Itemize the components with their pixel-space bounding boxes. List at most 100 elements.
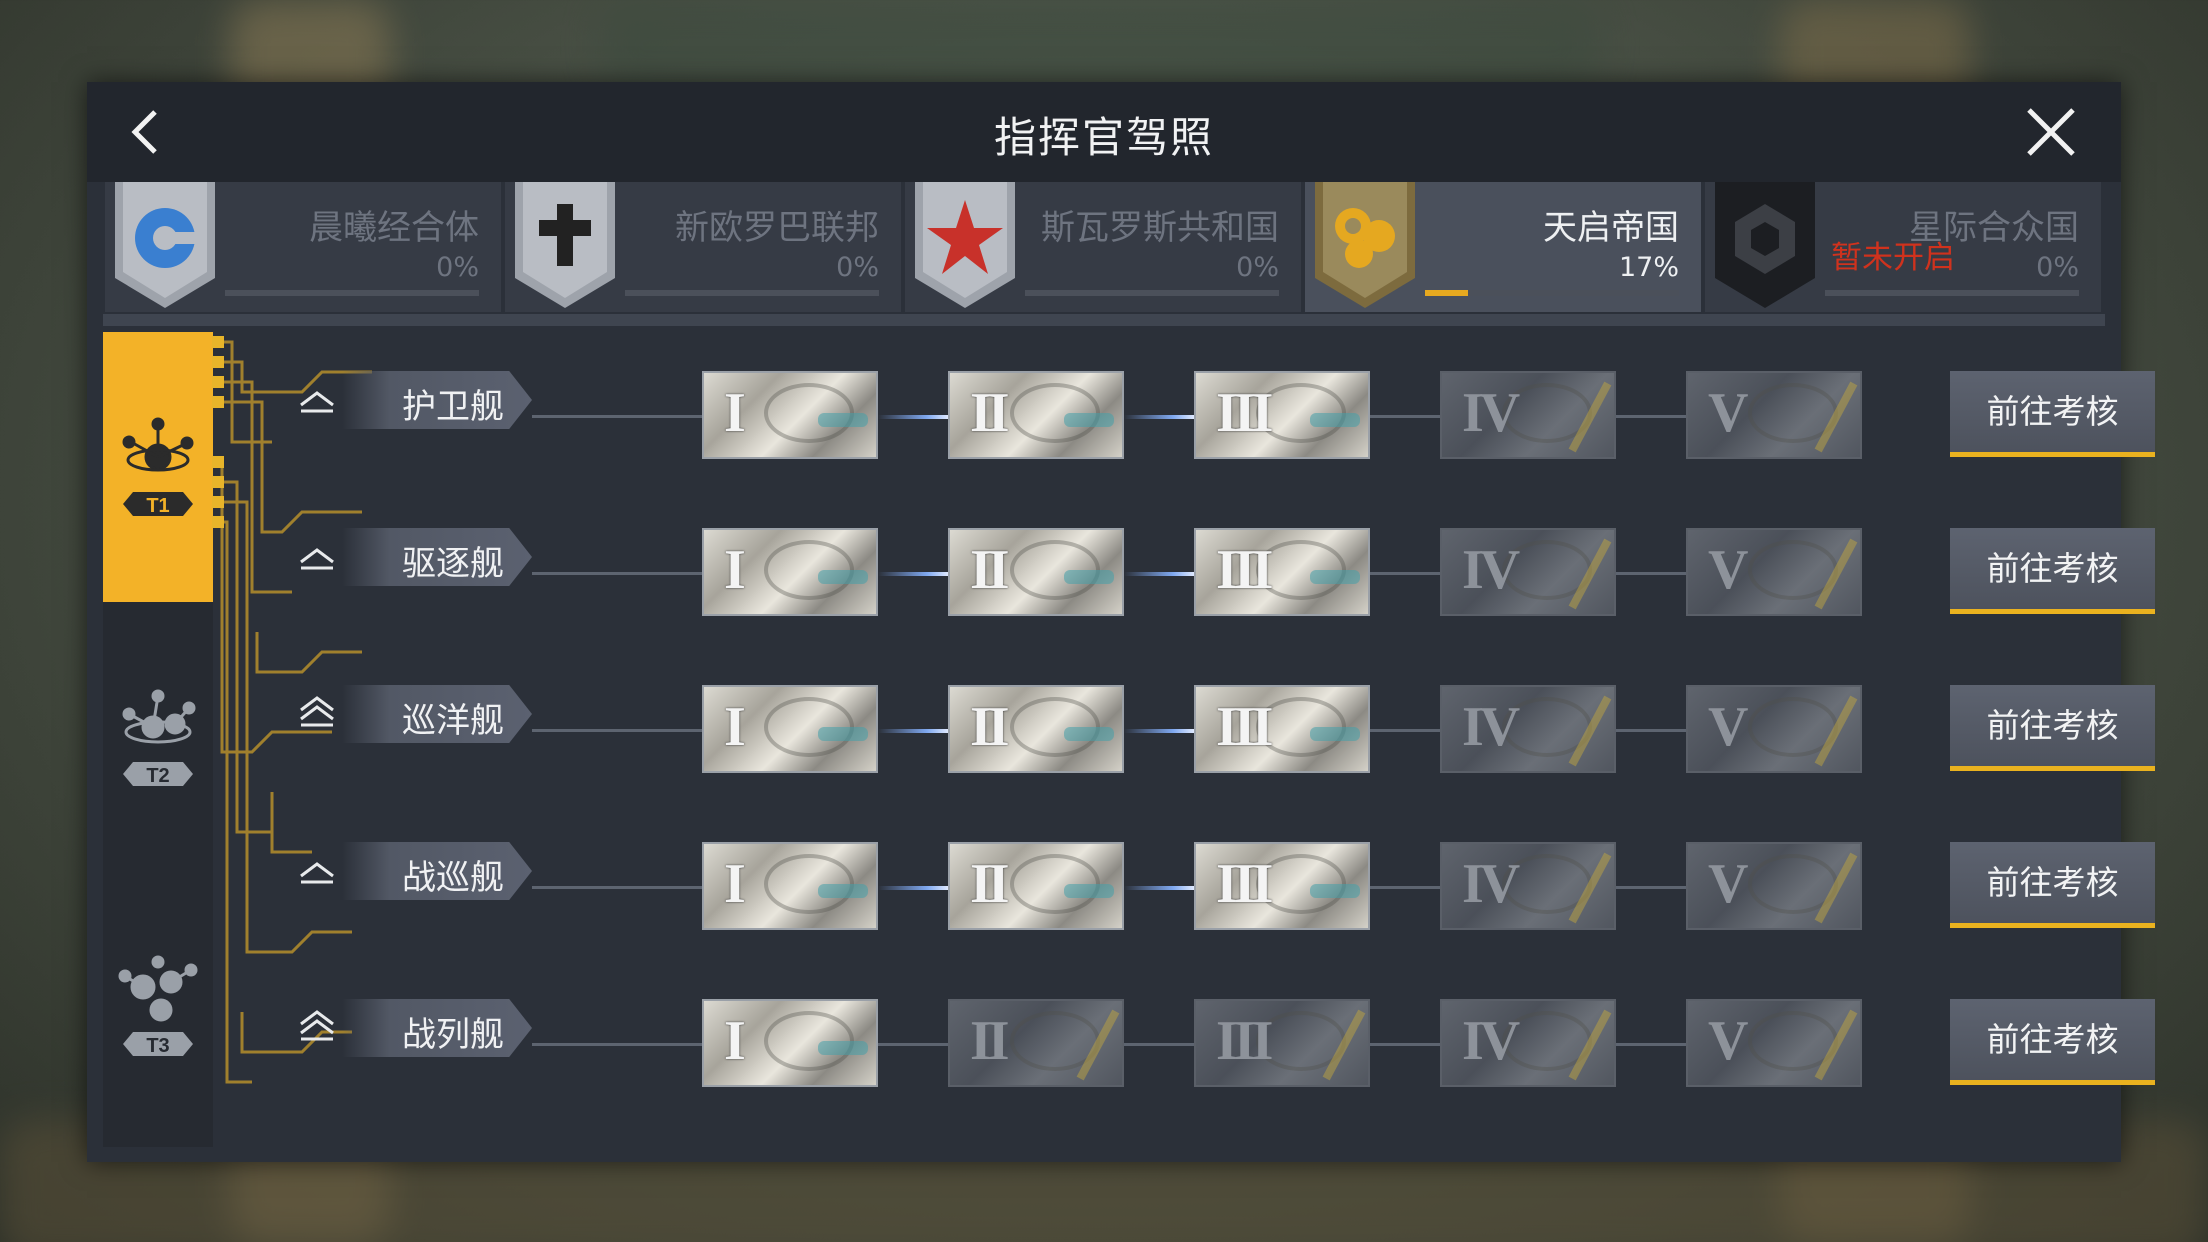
- license-level-card[interactable]: III: [1194, 685, 1370, 773]
- level-numeral: IV: [1462, 539, 1520, 601]
- go-assess-button[interactable]: 前往考核: [1950, 528, 2155, 614]
- level-numeral: I: [724, 1010, 746, 1072]
- level-connector: [532, 572, 702, 575]
- faction-percent: 0%: [436, 252, 479, 283]
- rank-chevron-icon: [297, 538, 337, 574]
- license-level-card[interactable]: III: [1194, 371, 1370, 459]
- tabs-divider: [103, 314, 2105, 326]
- svg-text:T2: T2: [146, 765, 169, 787]
- faction-tab-3[interactable]: 天启帝国 17%: [1305, 182, 1701, 312]
- level-numeral: IV: [1462, 382, 1520, 444]
- level-connector: [1124, 572, 1194, 576]
- faction-name: 天启帝国: [1543, 208, 1679, 248]
- level-connector: [1124, 729, 1194, 733]
- faction-tab-4[interactable]: 星际合众国 暂未开启 0%: [1705, 182, 2101, 312]
- faction-progress-bar: [225, 290, 479, 296]
- level-numeral: V: [1708, 696, 1749, 758]
- license-level-card[interactable]: V: [1686, 371, 1862, 459]
- rank-chevron-icon: [297, 381, 337, 417]
- license-level-card[interactable]: III: [1194, 842, 1370, 930]
- rank-chevron-icon: [297, 695, 337, 731]
- level-connector: [532, 1043, 702, 1046]
- license-level-card[interactable]: IV: [1440, 842, 1616, 930]
- license-level-card[interactable]: II: [948, 842, 1124, 930]
- license-level-card[interactable]: I: [702, 685, 878, 773]
- level-numeral: III: [1216, 1010, 1273, 1072]
- ship-row: 驱逐舰 I II III IV V 前往考核: [217, 506, 2155, 616]
- level-connector: [878, 1043, 948, 1046]
- level-numeral: III: [1216, 853, 1273, 915]
- license-level-card[interactable]: V: [1686, 528, 1862, 616]
- ship-row: 护卫舰 I II III IV V 前往考核: [217, 349, 2155, 459]
- tier-t2-tab[interactable]: T2: [103, 602, 213, 872]
- t2-tier-icon: T2: [122, 689, 196, 787]
- tier-t1-tab[interactable]: T1: [103, 332, 213, 602]
- faction-name: 新欧罗巴联邦: [675, 208, 879, 248]
- level-connector: [1370, 1043, 1440, 1046]
- faction-tabs: 晨曦经合体 0% 新欧罗巴联邦 0% 斯瓦罗斯共和国 0% 天启帝国 17% 星…: [105, 182, 2105, 312]
- faction-name: 斯瓦罗斯共和国: [1041, 208, 1279, 248]
- level-numeral: I: [724, 696, 746, 758]
- close-button[interactable]: [2021, 102, 2081, 162]
- ship-type-label: 战巡舰: [342, 842, 532, 900]
- faction-tab-1[interactable]: 新欧罗巴联邦 0%: [505, 182, 901, 312]
- license-level-card[interactable]: I: [702, 999, 878, 1087]
- faction-tab-2[interactable]: 斯瓦罗斯共和国 0%: [905, 182, 1301, 312]
- faction-percent: 0%: [836, 252, 879, 283]
- go-assess-button[interactable]: 前往考核: [1950, 371, 2155, 457]
- license-level-card[interactable]: IV: [1440, 371, 1616, 459]
- faction-progress-bar: [1825, 290, 2079, 296]
- license-level-card[interactable]: II: [948, 528, 1124, 616]
- ship-row: 战列舰 I II III IV V 前往考核: [217, 977, 2155, 1087]
- license-level-card[interactable]: III: [1194, 528, 1370, 616]
- level-numeral: II: [970, 382, 1010, 444]
- faction-progress-bar: [625, 290, 879, 296]
- faction-percent: 17%: [1618, 252, 1679, 283]
- ship-row: 巡洋舰 I II III IV V 前往考核: [217, 663, 2155, 773]
- license-level-card[interactable]: I: [702, 528, 878, 616]
- driver-license-panel: 指挥官驾照 晨曦经合体 0% 新欧罗巴联邦 0% 斯瓦罗斯共和国 0% 天启帝国…: [87, 82, 2155, 1162]
- tier-selector: T1 T2 T3: [103, 332, 213, 1147]
- license-level-card[interactable]: IV: [1440, 685, 1616, 773]
- title-bar: 指挥官驾照: [87, 82, 2121, 182]
- license-level-card[interactable]: V: [1686, 999, 1862, 1087]
- level-connector: [1124, 415, 1194, 419]
- license-level-card[interactable]: V: [1686, 685, 1862, 773]
- level-connector: [532, 886, 702, 889]
- faction-progress-bar: [1025, 290, 1279, 296]
- license-level-card[interactable]: V: [1686, 842, 1862, 930]
- cross-emblem: [511, 182, 619, 308]
- ship-type-label: 战列舰: [342, 999, 532, 1057]
- license-level-card[interactable]: III: [1194, 999, 1370, 1087]
- license-level-card[interactable]: IV: [1440, 999, 1616, 1087]
- faction-percent: 0%: [2036, 252, 2079, 283]
- level-numeral: I: [724, 539, 746, 601]
- level-connector: [1616, 886, 1686, 889]
- license-level-card[interactable]: II: [948, 685, 1124, 773]
- level-connector: [1616, 729, 1686, 732]
- ship-type-label: 驱逐舰: [342, 528, 532, 586]
- go-assess-button[interactable]: 前往考核: [1950, 685, 2155, 771]
- license-level-card[interactable]: IV: [1440, 528, 1616, 616]
- t3-tier-icon: T3: [118, 955, 198, 1057]
- gold-cluster-emblem: [1311, 182, 1419, 308]
- faction-tab-0[interactable]: 晨曦经合体 0%: [105, 182, 501, 312]
- ship-row: 战巡舰 I II III IV V 前往考核: [217, 820, 2155, 930]
- go-assess-button[interactable]: 前往考核: [1950, 842, 2155, 928]
- license-level-card[interactable]: I: [702, 842, 878, 930]
- level-numeral: V: [1708, 382, 1749, 444]
- level-numeral: IV: [1462, 696, 1520, 758]
- level-connector: [1616, 415, 1686, 418]
- level-connector: [1370, 415, 1440, 418]
- level-numeral: I: [724, 853, 746, 915]
- license-level-card[interactable]: II: [948, 999, 1124, 1087]
- license-level-card[interactable]: II: [948, 371, 1124, 459]
- ship-license-grid: 护卫舰 I II III IV V 前往考核 驱逐舰 I II III IV V…: [217, 332, 2155, 1147]
- license-level-card[interactable]: I: [702, 371, 878, 459]
- go-assess-button[interactable]: 前往考核: [1950, 999, 2155, 1085]
- svg-text:T1: T1: [146, 495, 169, 517]
- tier-t3-tab[interactable]: T3: [103, 872, 213, 1142]
- level-numeral: IV: [1462, 853, 1520, 915]
- level-connector: [1124, 886, 1194, 890]
- level-numeral: V: [1708, 539, 1749, 601]
